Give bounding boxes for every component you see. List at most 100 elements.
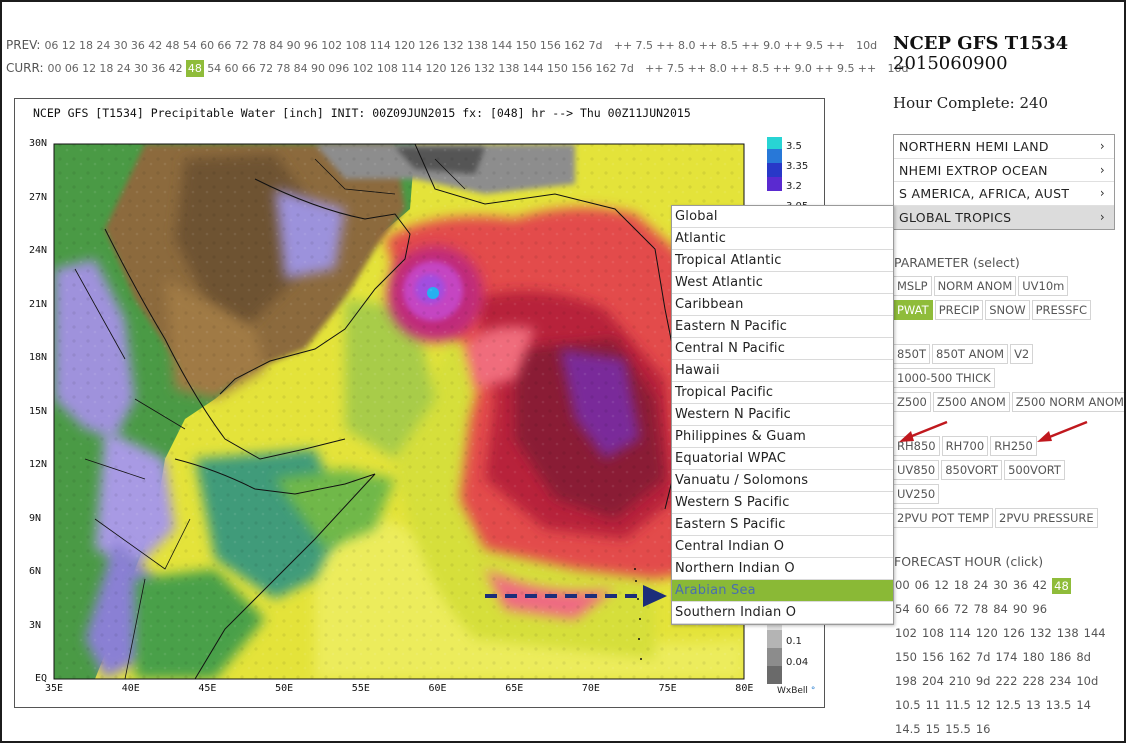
hour-link[interactable]: 126 xyxy=(450,62,471,75)
parameter-button[interactable]: Z500 ANOM xyxy=(932,392,1010,412)
hour-link[interactable]: 06 xyxy=(65,62,79,75)
hour-link[interactable]: 90 xyxy=(287,39,301,52)
hour-link[interactable]: 12 xyxy=(82,62,96,75)
hour-link[interactable]: 144 xyxy=(491,39,512,52)
forecast-hour-link[interactable]: 11 xyxy=(926,698,941,712)
region-nav-item[interactable]: NORTHERN HEMI LAND › xyxy=(894,135,1114,159)
forecast-hour-link[interactable]: 126 xyxy=(1003,626,1025,640)
hour-link[interactable]: 48 xyxy=(166,39,180,52)
region-option[interactable]: Western S Pacific xyxy=(672,492,893,514)
parameter-button[interactable]: SNOW xyxy=(985,300,1030,320)
region-option[interactable]: Arabian Sea xyxy=(672,580,893,602)
hour-link[interactable]: 8.5 xyxy=(752,62,770,75)
hour-link[interactable]: 36 xyxy=(131,39,145,52)
forecast-hour-link[interactable]: 156 xyxy=(922,650,944,664)
parameter-button[interactable]: Z500 xyxy=(893,392,931,412)
parameter-button[interactable]: 1000-500 THICK xyxy=(893,368,995,388)
hour-link[interactable]: 096 xyxy=(328,62,349,75)
hour-link[interactable]: 156 xyxy=(540,39,561,52)
forecast-hour-link[interactable]: 144 xyxy=(1084,626,1106,640)
forecast-hour-link[interactable]: 204 xyxy=(922,674,944,688)
parameter-button[interactable]: UV250 xyxy=(893,484,940,504)
forecast-hour-link[interactable]: 30 xyxy=(993,578,1008,594)
forecast-hour-link[interactable]: 12.5 xyxy=(996,698,1022,712)
region-option[interactable]: Central N Pacific xyxy=(672,338,893,360)
hour-link[interactable]: 36 xyxy=(151,62,165,75)
parameter-button[interactable]: PWAT xyxy=(893,300,933,320)
hour-link[interactable]: 114 xyxy=(401,62,422,75)
hour-link[interactable]: 162 xyxy=(596,62,617,75)
forecast-hour-link[interactable]: 16 xyxy=(976,722,991,736)
hour-link[interactable]: 102 xyxy=(321,39,342,52)
forecast-hour-link[interactable]: 48 xyxy=(1052,578,1071,594)
parameter-button[interactable]: V2 xyxy=(1010,344,1034,364)
forecast-hour-link[interactable]: 138 xyxy=(1057,626,1079,640)
hour-link[interactable]: 162 xyxy=(564,39,585,52)
forecast-hour-link[interactable]: 90 xyxy=(1013,602,1028,616)
hour-link[interactable]: 126 xyxy=(418,39,439,52)
hour-link[interactable]: 78 xyxy=(252,39,266,52)
hour-link[interactable]: 00 xyxy=(48,62,62,75)
region-option[interactable]: Equatorial WPAC xyxy=(672,448,893,470)
hour-link[interactable]: 18 xyxy=(99,62,113,75)
hour-link[interactable]: 96 xyxy=(304,39,318,52)
hour-link[interactable]: 120 xyxy=(425,62,446,75)
forecast-hour-link[interactable]: 11.5 xyxy=(945,698,971,712)
hour-link[interactable]: 9.0 xyxy=(763,39,781,52)
forecast-hour-link[interactable]: 42 xyxy=(1032,578,1047,594)
forecast-hour-link[interactable]: 174 xyxy=(995,650,1017,664)
parameter-button[interactable]: 2PVU POT TEMP xyxy=(893,508,994,528)
parameter-button[interactable]: 500VORT xyxy=(1004,460,1065,480)
region-nav-item[interactable]: NHEMI EXTROP OCEAN › xyxy=(894,159,1114,182)
hour-link[interactable]: 102 xyxy=(353,62,374,75)
region-option[interactable]: Tropical Atlantic xyxy=(672,250,893,272)
forecast-hour-link[interactable]: 222 xyxy=(995,674,1017,688)
forecast-hour-link[interactable]: 7d xyxy=(976,650,991,664)
hour-link[interactable]: 7d xyxy=(588,39,602,52)
forecast-hour-link[interactable]: 234 xyxy=(1049,674,1071,688)
forecast-hour-link[interactable]: 132 xyxy=(1030,626,1052,640)
hour-link[interactable]: 8.5 xyxy=(721,39,739,52)
hour-link[interactable]: 18 xyxy=(79,39,93,52)
hour-link[interactable]: 54 xyxy=(207,62,221,75)
forecast-hour-link[interactable]: 36 xyxy=(1013,578,1028,594)
forecast-hour-link[interactable]: 14.5 xyxy=(895,722,921,736)
forecast-hour-link[interactable]: 10.5 xyxy=(895,698,921,712)
forecast-hour-link[interactable]: 00 xyxy=(895,578,910,594)
parameter-button[interactable]: RH250 xyxy=(990,436,1037,456)
forecast-hour-link[interactable]: 8d xyxy=(1076,650,1091,664)
region-option[interactable]: Tropical Pacific xyxy=(672,382,893,404)
forecast-hour-link[interactable]: 15 xyxy=(926,722,941,736)
forecast-hour-link[interactable]: 24 xyxy=(974,578,989,594)
hour-link[interactable]: 114 xyxy=(370,39,391,52)
region-option[interactable]: West Atlantic xyxy=(672,272,893,294)
forecast-hour-link[interactable]: 108 xyxy=(922,626,944,640)
forecast-hour-link[interactable]: 114 xyxy=(949,626,971,640)
hour-link[interactable]: 66 xyxy=(242,62,256,75)
forecast-hour-link[interactable]: 228 xyxy=(1022,674,1044,688)
region-option[interactable]: Central Indian O xyxy=(672,536,893,558)
hour-link[interactable]: 60 xyxy=(224,62,238,75)
region-option[interactable]: Southern Indian O xyxy=(672,602,893,624)
hour-link[interactable]: 72 xyxy=(259,62,273,75)
region-nav-item[interactable]: S AMERICA, AFRICA, AUST › xyxy=(894,182,1114,206)
hour-link[interactable]: 12 xyxy=(62,39,76,52)
forecast-hour-link[interactable]: 102 xyxy=(895,626,917,640)
hour-link[interactable]: 120 xyxy=(394,39,415,52)
region-option[interactable]: Philippines & Guam xyxy=(672,426,893,448)
forecast-hour-link[interactable]: 06 xyxy=(915,578,930,594)
forecast-hour-link[interactable]: 10d xyxy=(1076,674,1098,688)
hour-link[interactable]: 72 xyxy=(235,39,249,52)
forecast-hour-link[interactable]: 78 xyxy=(974,602,989,616)
hour-link[interactable]: 84 xyxy=(294,62,308,75)
forecast-hour-link[interactable]: 120 xyxy=(976,626,998,640)
parameter-button[interactable]: NORM ANOM xyxy=(933,276,1017,296)
forecast-hour-link[interactable]: 150 xyxy=(895,650,917,664)
forecast-hour-link[interactable]: 15.5 xyxy=(945,722,971,736)
forecast-hour-link[interactable]: 13.5 xyxy=(1046,698,1072,712)
forecast-hour-link[interactable]: 9d xyxy=(976,674,991,688)
hour-link[interactable]: 54 xyxy=(183,39,197,52)
hour-link[interactable]: 24 xyxy=(117,62,131,75)
hour-link[interactable]: 9.5 xyxy=(806,39,824,52)
parameter-button[interactable]: MSLP xyxy=(893,276,932,296)
